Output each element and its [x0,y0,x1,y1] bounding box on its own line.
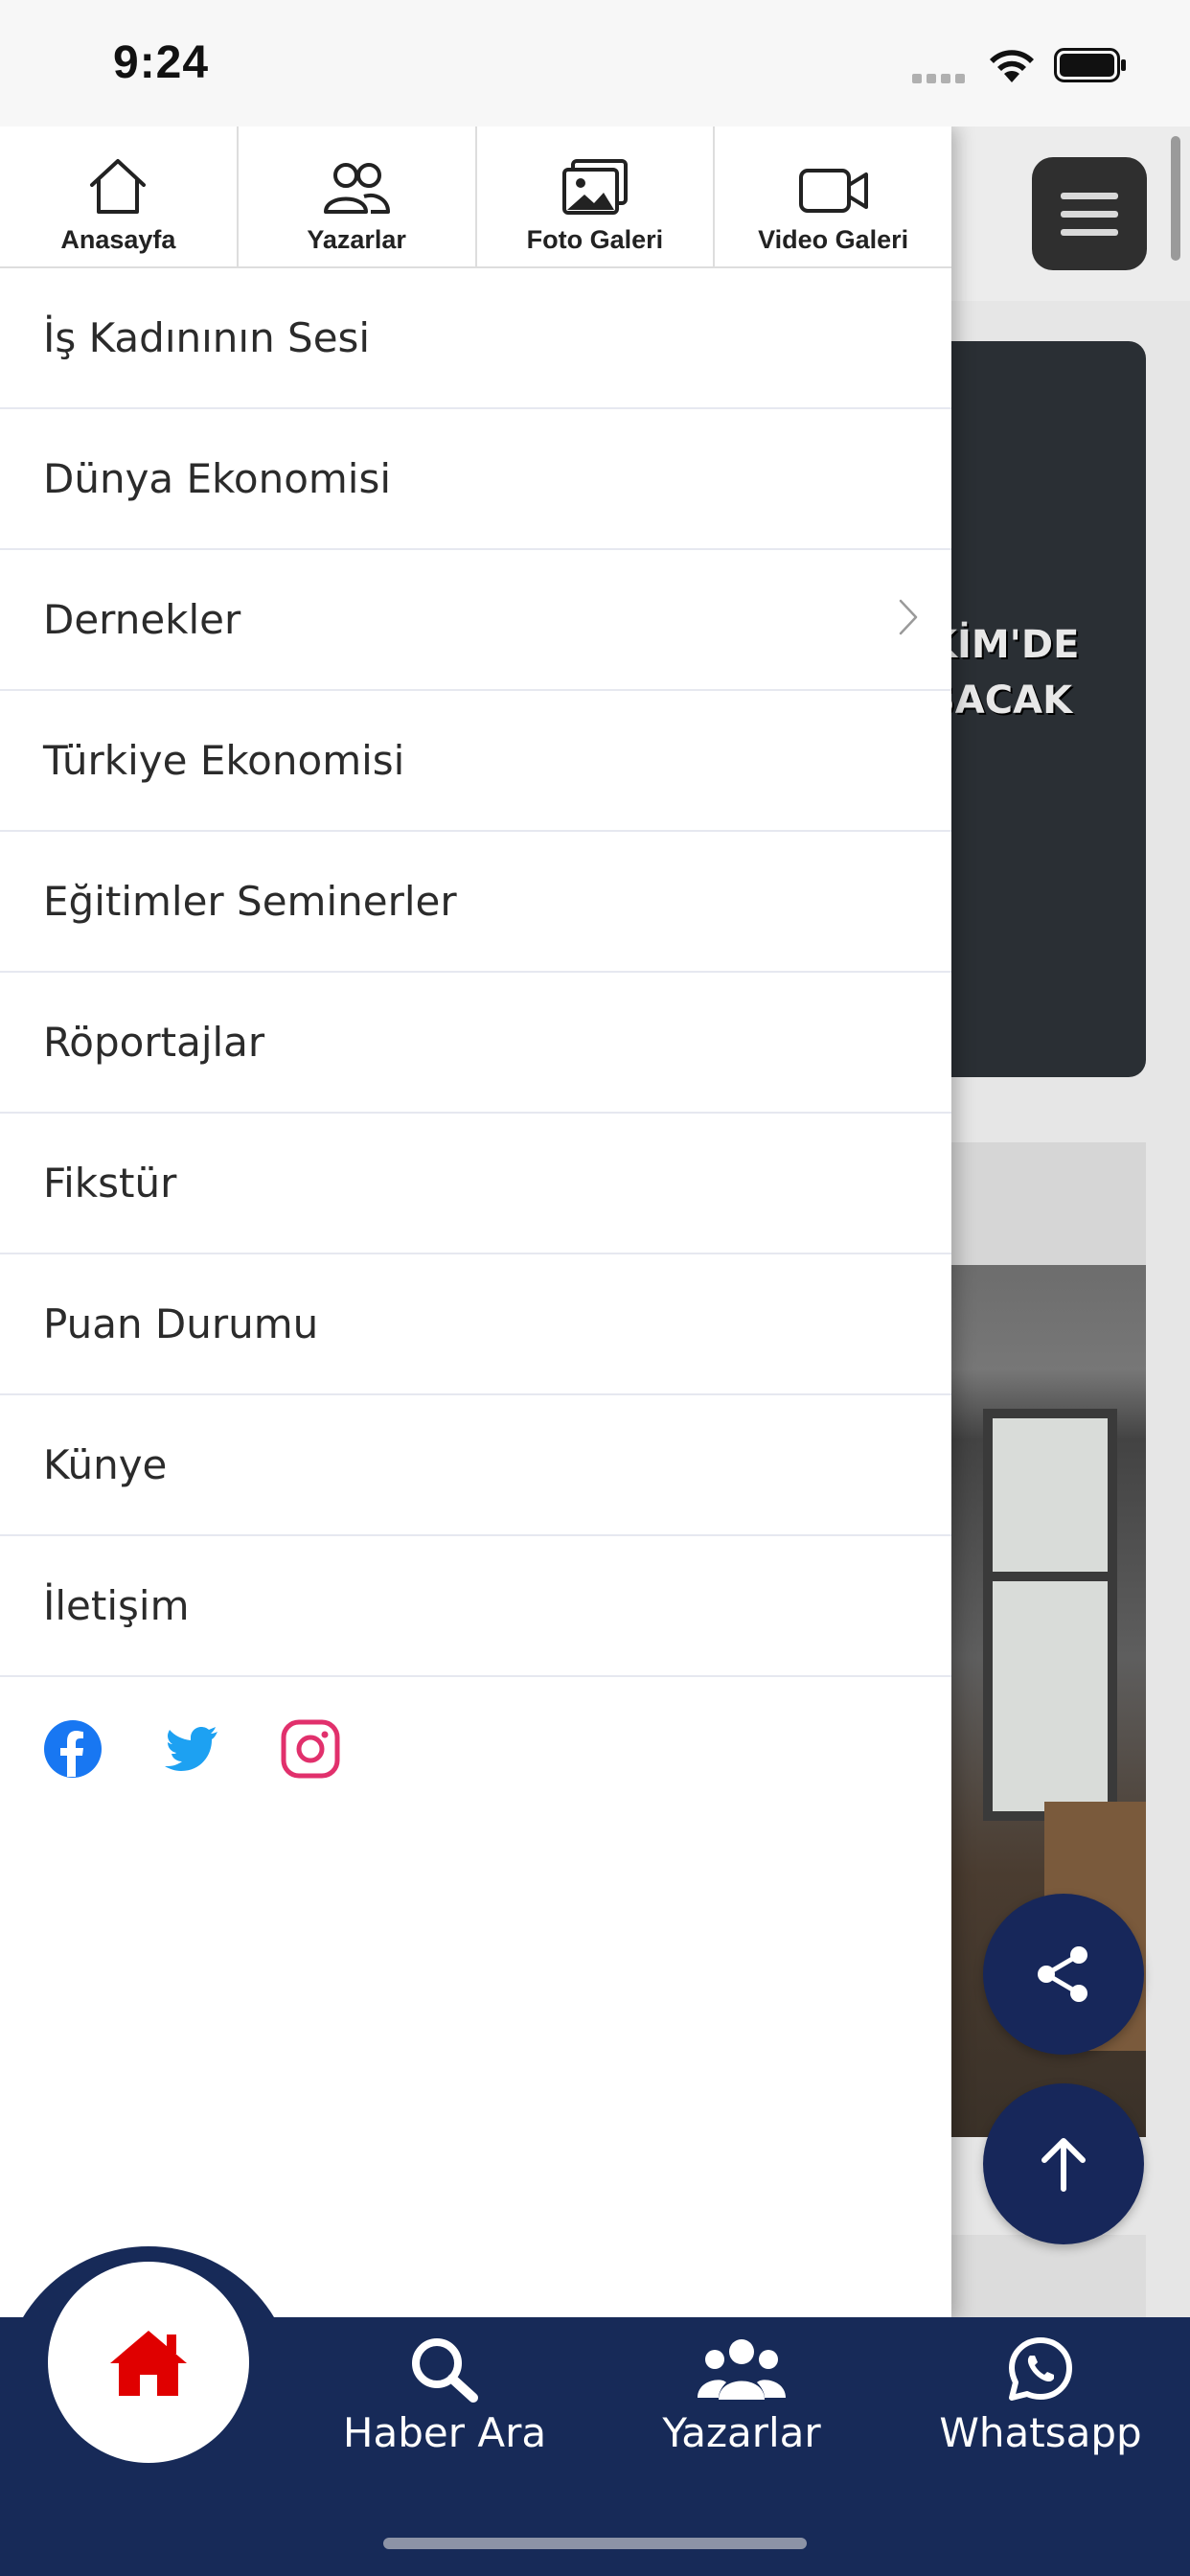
video-camera-icon [798,169,868,213]
background-window [983,1409,1117,1821]
side-drawer: Anasayfa Yazarlar Foto Galeri Video Gale… [0,126,951,2321]
menu-item-puan-durumu[interactable]: Puan Durumu [0,1254,951,1395]
status-time: 9:24 [113,37,210,88]
quick-nav-yazarlar[interactable]: Yazarlar [239,126,477,266]
menu-item-label: Puan Durumu [43,1300,319,1347]
menu-item-label: İş Kadınının Sesi [43,314,371,361]
quick-nav-video-galeri[interactable]: Video Galeri [715,126,951,266]
quick-nav-foto-galeri[interactable]: Foto Galeri [477,126,716,266]
background-headline: KİM'DE ŞACAK [939,617,1079,728]
menu-item-roportajlar[interactable]: Röportajlar [0,973,951,1114]
twitter-icon[interactable] [162,1719,221,1779]
menu-item-label: Röportajlar [43,1019,265,1066]
tab-label: Whatsapp [939,2409,1142,2456]
quick-nav-label: Video Galeri [758,225,909,254]
menu-item-fikstur[interactable]: Fikstür [0,1114,951,1254]
menu-item-label: Eğitimler Seminerler [43,878,457,925]
whatsapp-icon [1009,2337,1072,2401]
tab-yazarlar[interactable]: Yazarlar [627,2334,857,2456]
tab-haber-ara[interactable]: Haber Ara [330,2334,560,2456]
tab-whatsapp[interactable]: Whatsapp [926,2334,1156,2456]
menu-item-label: Dernekler [43,596,241,643]
search-icon [412,2338,478,2403]
menu-item-label: Dünya Ekonomisi [43,455,392,502]
scroll-indicator [1171,136,1180,261]
menu-item-turkiye-ekonomisi[interactable]: Türkiye Ekonomisi [0,691,951,832]
share-button[interactable] [983,1894,1144,2055]
quick-nav-label: Anasayfa [60,225,176,254]
drawer-menu-list: İş Kadınının Sesi Dünya Ekonomisi Dernek… [0,268,951,1677]
background-headline-line-2: ŞACAK [939,678,1073,723]
background-strip [939,2235,1146,2321]
menu-item-is-kadininin-sesi[interactable]: İş Kadınının Sesi [0,268,951,409]
status-bar: 9:24 [0,0,1190,126]
social-links [0,1677,951,1779]
tab-label: Haber Ara [342,2409,547,2456]
share-icon [1038,1946,1087,2002]
users-outline-icon [324,163,391,214]
menu-item-label: Künye [43,1441,168,1488]
tab-label: Yazarlar [662,2409,821,2456]
home-icon [110,2331,187,2396]
scroll-to-top-button[interactable] [983,2083,1144,2244]
quick-nav-anasayfa[interactable]: Anasayfa [0,126,239,266]
drawer-quick-nav: Anasayfa Yazarlar Foto Galeri Video Gale… [0,126,951,268]
battery-icon [1054,48,1126,82]
background-headline-line-1: KİM'DE [939,623,1080,667]
facebook-icon[interactable] [43,1719,103,1779]
menu-item-label: Türkiye Ekonomisi [43,737,405,784]
menu-item-kunye[interactable]: Künye [0,1395,951,1536]
menu-item-dunya-ekonomisi[interactable]: Dünya Ekonomisi [0,409,951,550]
home-indicator [383,2538,807,2549]
quick-nav-label: Yazarlar [307,225,406,254]
menu-item-label: Fikstür [43,1160,177,1207]
image-gallery-icon [561,159,628,215]
wifi-icon [990,50,1034,82]
menu-item-dernekler[interactable]: Dernekler [0,550,951,691]
background-news-card[interactable]: KİM'DE ŞACAK [939,341,1146,1077]
quick-nav-label: Foto Galeri [526,225,664,254]
background-band [939,1142,1146,1267]
menu-item-egitimler-seminerler[interactable]: Eğitimler Seminerler [0,832,951,973]
arrow-up-icon [1041,2138,1086,2192]
instagram-icon[interactable] [281,1719,340,1779]
hamburger-menu-button[interactable] [1032,157,1147,270]
menu-item-label: İletişim [43,1582,190,1629]
chevron-right-icon [899,599,918,635]
users-icon [698,2339,786,2400]
menu-item-iletisim[interactable]: İletişim [0,1536,951,1677]
signal-dots-icon [912,71,970,83]
home-outline-icon [90,159,147,214]
home-tab-button[interactable] [48,2262,249,2463]
